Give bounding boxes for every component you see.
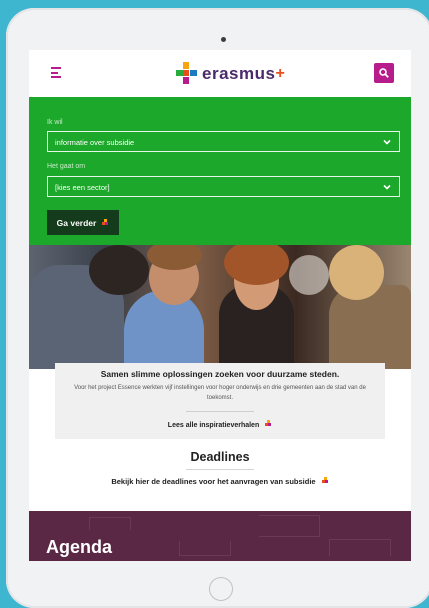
card-text: Voor het project Essence werkten vijf in…	[74, 385, 366, 401]
go-button[interactable]: Ga verder	[47, 210, 119, 235]
screen: erasmus + Ik wil informatie over subsidi…	[29, 50, 411, 561]
decorative-pattern	[179, 541, 231, 556]
want-select-value: informatie over subsidie	[55, 138, 135, 147]
camera-dot	[221, 37, 226, 42]
decorative-pattern	[259, 515, 320, 537]
erasmus-arrow-icon	[321, 477, 329, 485]
card-title: Samen slimme oplossingen zoeken voor duu…	[100, 369, 340, 379]
inspiration-link[interactable]: Lees alle inspiratieverhalen	[55, 420, 385, 429]
sector-select-value: [kies een sector]	[55, 183, 110, 192]
sector-select[interactable]: [kies een sector]	[47, 176, 400, 197]
erasmus-logo-mark-icon	[174, 62, 198, 86]
sector-label: Het gaat om	[47, 163, 86, 170]
go-button-label: Ga verder	[56, 217, 97, 228]
deadlines-link[interactable]: Bekijk hier de deadlines voor het aanvra…	[29, 477, 411, 486]
want-label: Ik wil	[47, 119, 63, 126]
agenda-section: Agenda	[29, 511, 411, 561]
divider	[186, 411, 254, 412]
inspiration-card: Samen slimme oplossingen zoeken voor duu…	[55, 363, 385, 439]
search-icon	[379, 68, 389, 78]
deadlines-link-label: Bekijk hier de deadlines voor het aanvra…	[111, 477, 316, 486]
decorative-pattern	[329, 539, 391, 556]
erasmus-logo[interactable]: erasmus +	[174, 60, 285, 88]
chevron-down-icon	[383, 139, 391, 145]
logo-plus: +	[275, 65, 285, 82]
logo-text: erasmus	[202, 64, 276, 83]
decorative-pattern	[89, 517, 131, 530]
home-button[interactable]	[209, 577, 233, 601]
site-header: erasmus +	[29, 50, 411, 97]
inspiration-link-label: Lees alle inspiratieverhalen	[167, 422, 260, 429]
chevron-down-icon	[383, 184, 391, 190]
deadlines-heading: Deadlines	[190, 450, 250, 464]
want-select[interactable]: informatie over subsidie	[47, 131, 400, 152]
erasmus-arrow-icon	[102, 218, 109, 227]
agenda-heading: Agenda	[46, 537, 113, 557]
hamburger-menu-icon[interactable]	[51, 67, 61, 78]
erasmus-arrow-icon	[265, 420, 272, 428]
search-button[interactable]	[374, 63, 394, 83]
hero-photo	[29, 245, 411, 369]
divider	[186, 469, 254, 470]
